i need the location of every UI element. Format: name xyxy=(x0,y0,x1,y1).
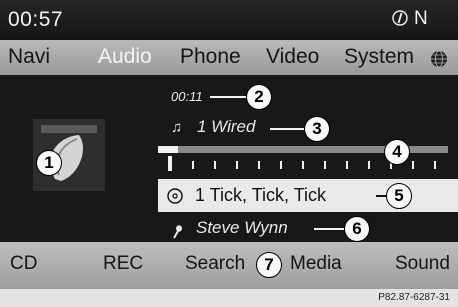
track-tick xyxy=(280,161,282,169)
track-tick xyxy=(214,161,216,169)
callout-leader-3 xyxy=(270,128,304,130)
bottom-search[interactable]: Search xyxy=(185,253,245,275)
audio-function-bar: CD REC Search 7 Media Sound xyxy=(0,242,458,289)
track-tick xyxy=(258,161,260,169)
figure-reference-code: P82.87-6287-31 xyxy=(378,292,450,303)
source-name: 1 Wired xyxy=(197,117,256,136)
callout-7: 7 xyxy=(256,252,282,278)
music-note-icon: ♫ xyxy=(171,119,183,136)
current-track-marker xyxy=(168,156,172,171)
callout-6: 6 xyxy=(344,216,370,242)
track-tick xyxy=(302,161,304,169)
globe-icon[interactable] xyxy=(430,50,448,68)
compass-heading: N xyxy=(414,8,428,29)
status-bar: 00:57 N xyxy=(0,0,458,40)
callout-4: 4 xyxy=(384,139,410,165)
track-tick xyxy=(346,161,348,169)
track-tick xyxy=(368,161,370,169)
track-list-item-selected[interactable]: 1 Tick, Tick, Tick xyxy=(158,179,458,212)
artist-name: Steve Wynn xyxy=(196,218,288,237)
track-tick xyxy=(236,161,238,169)
bottom-sound[interactable]: Sound xyxy=(395,253,450,275)
callout-1: 1 xyxy=(36,150,62,176)
menu-navi[interactable]: Navi xyxy=(8,45,50,69)
menu-system[interactable]: System xyxy=(344,45,414,69)
bottom-cd[interactable]: CD xyxy=(10,253,37,275)
bottom-media[interactable]: Media xyxy=(290,253,342,275)
artist-microphone-icon xyxy=(173,225,182,239)
menu-video[interactable]: Video xyxy=(266,45,319,69)
track-tick xyxy=(324,161,326,169)
callout-3: 3 xyxy=(304,116,330,142)
callout-leader-2 xyxy=(210,96,246,98)
callout-2: 2 xyxy=(246,84,272,110)
progress-fill xyxy=(158,146,179,153)
track-title: 1 Tick, Tick, Tick xyxy=(195,185,327,205)
clock: 00:57 xyxy=(8,8,64,31)
track-tick xyxy=(192,161,194,169)
callout-leader-6 xyxy=(314,228,344,230)
elapsed-time: 00:11 xyxy=(171,89,203,104)
menu-audio[interactable]: Audio xyxy=(98,45,152,69)
callout-5: 5 xyxy=(386,183,412,209)
track-tick xyxy=(412,161,414,169)
track-tick xyxy=(434,161,436,169)
head-unit-screen: 00:57 N Navi Audio Phone Video System 1 … xyxy=(0,0,458,289)
cd-icon xyxy=(167,188,183,204)
bottom-rec[interactable]: REC xyxy=(103,253,143,275)
audio-content-area: 1 00:11 2 ♫ 1 Wired 3 4 1 Tick, Tick, Ti… xyxy=(0,75,458,242)
menu-phone[interactable]: Phone xyxy=(180,45,241,69)
main-menu-bar: Navi Audio Phone Video System xyxy=(0,40,458,75)
compass-icon xyxy=(392,10,408,26)
